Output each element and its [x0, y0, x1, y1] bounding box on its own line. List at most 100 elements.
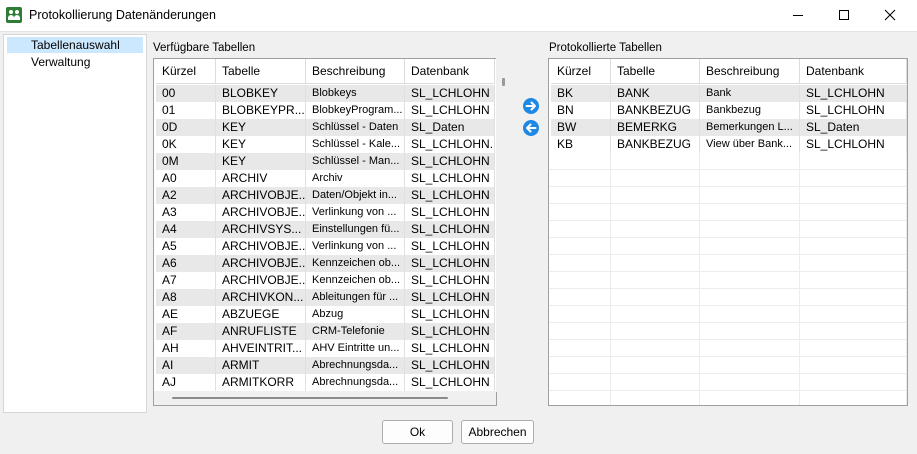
scroll-thumb[interactable] — [172, 397, 448, 399]
table-row[interactable]: 0M KEY Schlüssel - Man... SL_LCHLOHN — [154, 153, 495, 170]
table-row[interactable]: A2 ARCHIVOBJE... Daten/Objekt in... SL_LCHL… — [154, 187, 495, 204]
cell-tabelle: BLOBKEY — [216, 85, 306, 102]
table-row[interactable]: AE ABZUEGE Abzug SL_LCHLOHN — [154, 306, 495, 323]
column-header-datenbank[interactable]: Datenbank — [800, 59, 907, 84]
table-row[interactable]: A0 ARCHIV Archiv SL_LCHLOHN — [154, 170, 495, 187]
empty-row — [549, 306, 907, 323]
table-row[interactable]: AH AHVEINTRIT... AHV Eintritte un... SL_LCH… — [154, 340, 495, 357]
cell-beschreibung: Bemerkungen L... — [700, 119, 800, 136]
empty-row — [549, 187, 907, 204]
cell-datenbank: SL_LCHLOHN — [405, 238, 495, 255]
empty-row — [549, 374, 907, 391]
logged-tables-label: Protokollierte Tabellen — [549, 42, 662, 54]
column-header-kuerzel[interactable]: Kürzel — [551, 59, 611, 84]
move-left-button[interactable] — [522, 119, 540, 137]
cell-kuerzel: AE — [156, 306, 216, 323]
table-row[interactable]: 01 BLOBKEYPR... BlobkeyProgram... SL_LCHLOH… — [154, 102, 495, 119]
cell-beschreibung: BlobkeyProgram... — [306, 102, 405, 119]
table-row[interactable]: BN BANKBEZUG Bankbezug SL_LCHLOHN — [549, 102, 907, 119]
table-row[interactable]: 00 BLOBKEY Blobkeys SL_LCHLOHN — [154, 85, 495, 102]
ok-button[interactable]: Ok — [382, 420, 453, 444]
cell-datenbank: SL_LCHLOHN — [405, 102, 495, 119]
title-bar: Protokollierung Datenänderungen — [0, 0, 917, 31]
app-icon — [6, 7, 22, 23]
table-row[interactable]: A5 ARCHIVOBJE... Verlinkung von ... SL_LCHL… — [154, 238, 495, 255]
cell-beschreibung: Schlüssel - Daten — [306, 119, 405, 136]
nav-item-verwaltung[interactable]: Verwaltung — [7, 54, 143, 70]
logged-tables-grid[interactable]: Kürzel Tabelle Beschreibung Datenbank BK… — [548, 58, 908, 406]
cell-kuerzel: 01 — [156, 102, 216, 119]
table-row[interactable]: KB BANKBEZUG View über Bank... SL_LCHLOHN — [549, 136, 907, 153]
cell-datenbank: SL_LCHLOHN — [405, 357, 495, 374]
cell-kuerzel: A0 — [156, 170, 216, 187]
cell-kuerzel: A8 — [156, 289, 216, 306]
available-tables-label: Verfügbare Tabellen — [153, 42, 256, 54]
close-button[interactable] — [867, 0, 913, 31]
nav-item-tabellenauswahl[interactable]: Tabellenauswahl — [7, 37, 143, 53]
empty-row — [549, 391, 907, 405]
cell-datenbank: SL_LCHLOHN — [405, 306, 495, 323]
table-row[interactable]: A7 ARCHIVOBJE... Kennzeichen ob... SL_LCHLO… — [154, 272, 495, 289]
cell-beschreibung: Kennzeichen ob... — [306, 255, 405, 272]
empty-row — [549, 289, 907, 306]
cell-datenbank: SL_LCHLOHN — [405, 221, 495, 238]
cell-datenbank: SL_LCHLOHN — [800, 136, 907, 153]
available-tables-grid[interactable]: Kürzel Tabelle Beschreibung Datenbank 00… — [153, 58, 497, 406]
cancel-button[interactable]: Abbrechen — [461, 420, 534, 444]
cell-tabelle: KEY — [216, 153, 306, 170]
cell-tabelle: ARMITKORR — [216, 374, 306, 391]
table-row[interactable]: BW BEMERKG Bemerkungen L... SL_Daten — [549, 119, 907, 136]
empty-row — [549, 170, 907, 187]
horizontal-scrollbar[interactable] — [154, 391, 496, 405]
move-right-button[interactable] — [522, 97, 540, 115]
cell-kuerzel: A5 — [156, 238, 216, 255]
minimize-button[interactable] — [775, 0, 821, 31]
cell-beschreibung: Schlüssel - Kale... — [306, 136, 405, 153]
cell-kuerzel: BK — [551, 85, 611, 102]
column-header-tabelle[interactable]: Tabelle — [216, 59, 306, 84]
cell-tabelle: BANKBEZUG — [611, 102, 700, 119]
table-row[interactable]: A6 ARCHIVOBJE... Kennzeichen ob... SL_LCHLO… — [154, 255, 495, 272]
column-header-datenbank[interactable]: Datenbank — [405, 59, 495, 84]
column-header-kuerzel[interactable]: Kürzel — [156, 59, 216, 84]
cell-kuerzel: A7 — [156, 272, 216, 289]
table-row[interactable]: AI ARMIT Abrechnungsda... SL_LCHLOHN — [154, 357, 495, 374]
cell-kuerzel: KB — [551, 136, 611, 153]
cell-beschreibung: Ableitungen für ... — [306, 289, 405, 306]
cell-kuerzel: AI — [156, 357, 216, 374]
cell-kuerzel: A6 — [156, 255, 216, 272]
empty-row — [549, 323, 907, 340]
close-icon — [884, 9, 896, 21]
table-row[interactable]: A4 ARCHIVSYS... Einstellungen fü... SL_LCHL… — [154, 221, 495, 238]
column-header-beschreibung[interactable]: Beschreibung — [700, 59, 800, 84]
cell-datenbank: SL_Daten — [800, 119, 907, 136]
cell-tabelle: BEMERKG — [611, 119, 700, 136]
scroll-thumb[interactable] — [502, 78, 505, 86]
table-row[interactable]: AF ANRUFLISTE CRM-Telefonie SL_LCHLOHN — [154, 323, 495, 340]
column-header-beschreibung[interactable]: Beschreibung — [306, 59, 405, 84]
cell-kuerzel: AJ — [156, 374, 216, 391]
cell-datenbank: SL_LCHLOHN — [405, 374, 495, 391]
cell-kuerzel: A3 — [156, 204, 216, 221]
table-row[interactable]: BK BANK Bank SL_LCHLOHN — [549, 85, 907, 102]
cell-datenbank: SL_Daten — [405, 119, 495, 136]
table-row[interactable]: 0K KEY Schlüssel - Kale... SL_LCHLOHN... — [154, 136, 495, 153]
cell-datenbank: SL_LCHLOHN — [405, 85, 495, 102]
cell-tabelle: ABZUEGE — [216, 306, 306, 323]
cell-tabelle: BLOBKEYPR... — [216, 102, 306, 119]
table-row[interactable]: A8 ARCHIVKON... Ableitungen für ... SL_LCHL… — [154, 289, 495, 306]
table-row[interactable]: 0D KEY Schlüssel - Daten SL_Daten — [154, 119, 495, 136]
grid-header: Kürzel Tabelle Beschreibung Datenbank — [549, 59, 907, 84]
cell-beschreibung: Bankbezug — [700, 102, 800, 119]
cell-datenbank: SL_LCHLOHN — [405, 153, 495, 170]
maximize-button[interactable] — [821, 0, 867, 31]
column-header-tabelle[interactable]: Tabelle — [611, 59, 700, 84]
vertical-scrollbar[interactable] — [496, 48, 513, 392]
table-row[interactable]: AJ ARMITKORR Abrechnungsda... SL_LCHLOHN — [154, 374, 495, 391]
table-row[interactable]: A3 ARCHIVOBJE... Verlinkung von ... SL_LCHL… — [154, 204, 495, 221]
cell-datenbank: SL_LCHLOHN — [405, 323, 495, 340]
cell-beschreibung: Archiv — [306, 170, 405, 187]
cell-datenbank: SL_LCHLOHN — [405, 340, 495, 357]
cell-kuerzel: AF — [156, 323, 216, 340]
empty-row — [549, 255, 907, 272]
